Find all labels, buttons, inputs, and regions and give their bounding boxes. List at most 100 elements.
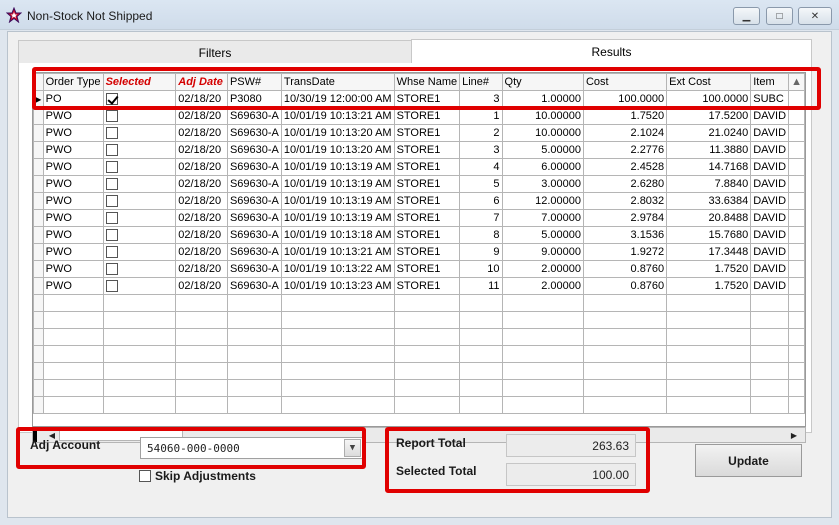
empty-cell (582, 294, 668, 312)
row-selector[interactable] (33, 226, 44, 244)
selected-cell[interactable] (102, 141, 177, 159)
selected-cell[interactable] (102, 243, 177, 261)
cell-qty: 12.00000 (501, 192, 584, 210)
empty-row (33, 362, 805, 380)
selected-cell[interactable] (102, 260, 177, 278)
selected-cell[interactable] (102, 158, 177, 176)
empty-cell (226, 294, 282, 312)
selected-cell[interactable] (102, 175, 177, 193)
selected-cell[interactable] (102, 90, 177, 108)
table-row[interactable]: PWO 02/18/20 S69630-A 10/01/19 10:13:18 AM S… (33, 226, 805, 244)
column-header-selected[interactable]: Selected (102, 73, 177, 91)
tab-results[interactable]: Results (411, 39, 812, 64)
selected-cell[interactable] (102, 209, 177, 227)
filler-cell (788, 124, 805, 142)
column-header-qty[interactable]: Qty (501, 73, 584, 91)
selected-checkbox[interactable] (105, 212, 118, 225)
selected-cell[interactable] (102, 192, 177, 210)
table-row[interactable]: ▶ PO 02/18/20 P3080 10/30/19 12:00:00 AM STOR… (33, 90, 805, 108)
cell-item: DAVID (750, 107, 790, 125)
selected-checkbox[interactable] (105, 178, 118, 191)
selected-cell[interactable] (102, 277, 177, 295)
empty-cell (42, 294, 104, 312)
row-selector[interactable] (33, 158, 44, 176)
selected-cell[interactable] (102, 226, 177, 244)
cell-trans-date: 10/01/19 10:13:19 AM (280, 158, 395, 176)
table-row[interactable]: PWO 02/18/20 S69630-A 10/01/19 10:13:21 AM S… (33, 107, 805, 125)
dropdown-chevron-icon[interactable]: ▼ (344, 439, 361, 457)
empty-cell (102, 311, 177, 329)
cell-trans-date: 10/01/19 10:13:19 AM (280, 175, 395, 193)
row-selector[interactable] (33, 141, 44, 159)
row-selector[interactable] (33, 175, 44, 193)
table-row[interactable]: PWO 02/18/20 S69630-A 10/01/19 10:13:19 AM S… (33, 158, 805, 176)
column-header-order-type[interactable]: Order Type (42, 73, 104, 91)
filler-cell (788, 107, 805, 125)
selected-checkbox[interactable] (105, 229, 118, 242)
column-header-item[interactable]: Item (750, 73, 790, 91)
table-row[interactable]: PWO 02/18/20 S69630-A 10/01/19 10:13:20 AM S… (33, 141, 805, 159)
table-row[interactable]: PWO 02/18/20 S69630-A 10/01/19 10:13:23 AM S… (33, 277, 805, 295)
selected-checkbox[interactable] (105, 127, 118, 140)
table-row[interactable]: PWO 02/18/20 S69630-A 10/01/19 10:13:20 AM S… (33, 124, 805, 142)
row-selector[interactable] (33, 243, 44, 261)
cell-adj-date: 02/18/20 (175, 192, 228, 210)
skip-adjustments-checkbox[interactable] (139, 470, 151, 482)
empty-cell (102, 362, 177, 380)
empty-cell (393, 379, 461, 397)
empty-cell (666, 294, 752, 312)
cell-psw: S69630-A (226, 192, 282, 210)
close-button[interactable]: ✕ (798, 7, 832, 25)
row-selector[interactable] (33, 260, 44, 278)
selected-checkbox[interactable] (105, 93, 118, 106)
column-header-ext-cost[interactable]: Ext Cost (666, 73, 752, 91)
sort-arrow-icon[interactable]: ▲ (788, 73, 805, 91)
selected-checkbox[interactable] (105, 263, 118, 276)
row-selector[interactable] (33, 209, 44, 227)
column-header-transdate[interactable]: TransDate (280, 73, 395, 91)
selected-checkbox[interactable] (105, 195, 118, 208)
row-selector[interactable] (33, 107, 44, 125)
column-header-whse-name[interactable]: Whse Name (393, 73, 461, 91)
results-grid[interactable]: Order Type Selected Adj Date PSW# TransDate W… (32, 72, 806, 427)
selected-checkbox[interactable] (105, 280, 118, 293)
cell-cost: 1.7520 (582, 107, 668, 125)
selected-cell[interactable] (102, 107, 177, 125)
row-selector[interactable]: ▶ (33, 90, 44, 108)
empty-row (33, 311, 805, 329)
selected-checkbox[interactable] (105, 246, 118, 259)
cell-line: 11 (459, 277, 503, 295)
cell-item: DAVID (750, 209, 790, 227)
column-header-line[interactable]: Line# (459, 73, 503, 91)
update-button[interactable]: Update (695, 444, 802, 477)
column-header-adj-date[interactable]: Adj Date (175, 73, 228, 91)
adj-account-combo[interactable]: 54060-000-0000 ▼ (140, 437, 363, 459)
empty-cell (280, 379, 395, 397)
selected-cell[interactable] (102, 124, 177, 142)
empty-cell (582, 396, 668, 414)
column-header-psw[interactable]: PSW# (226, 73, 282, 91)
row-selector[interactable] (33, 277, 44, 295)
cell-whse: STORE1 (393, 209, 461, 227)
table-row[interactable]: PWO 02/18/20 S69630-A 10/01/19 10:13:19 AM S… (33, 209, 805, 227)
empty-cell (175, 294, 228, 312)
empty-cell (102, 294, 177, 312)
column-header-cost[interactable]: Cost (582, 73, 668, 91)
tab-filters-label: Filters (198, 45, 232, 60)
row-selector[interactable] (33, 192, 44, 210)
table-row[interactable]: PWO 02/18/20 S69630-A 10/01/19 10:13:19 AM S… (33, 175, 805, 193)
filler-cell (788, 192, 805, 210)
maximize-button[interactable]: □ (766, 7, 793, 25)
minimize-button[interactable]: ▁ (733, 7, 760, 25)
cell-whse: STORE1 (393, 243, 461, 261)
table-row[interactable]: PWO 02/18/20 S69630-A 10/01/19 10:13:19 AM S… (33, 192, 805, 210)
selected-checkbox[interactable] (105, 110, 118, 123)
row-selector[interactable] (33, 124, 44, 142)
empty-row (33, 396, 805, 414)
scroll-right-icon[interactable]: ▶ (787, 428, 801, 442)
tab-filters[interactable]: Filters (18, 40, 411, 65)
selected-checkbox[interactable] (105, 161, 118, 174)
table-row[interactable]: PWO 02/18/20 S69630-A 10/01/19 10:13:21 AM S… (33, 243, 805, 261)
selected-checkbox[interactable] (105, 144, 118, 157)
table-row[interactable]: PWO 02/18/20 S69630-A 10/01/19 10:13:22 AM S… (33, 260, 805, 278)
